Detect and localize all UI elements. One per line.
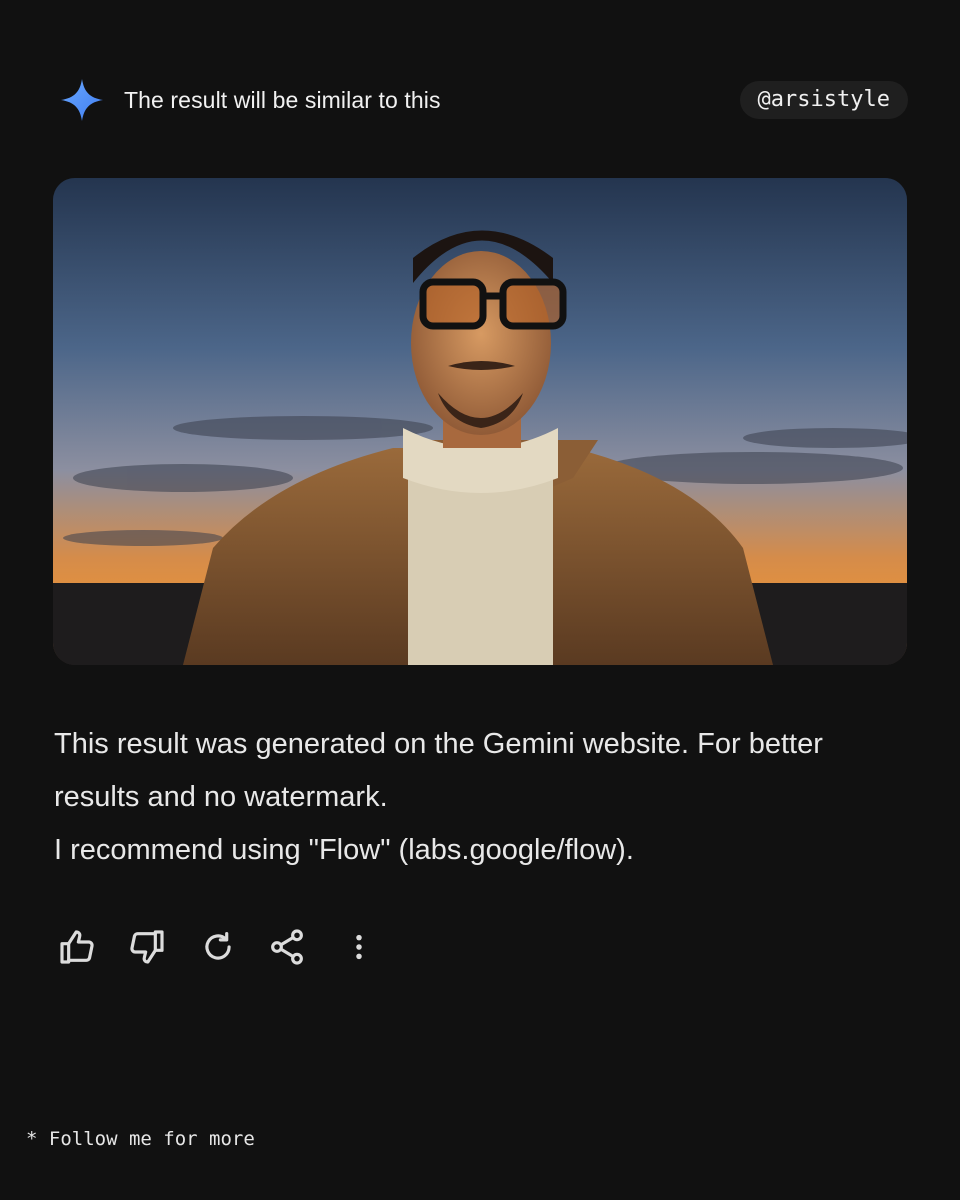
description-line-2: I recommend using "Flow" (labs.google/fl… (54, 834, 634, 866)
thumbs-down-icon (127, 927, 167, 967)
regenerate-button[interactable] (193, 922, 243, 972)
author-handle-badge[interactable]: @arsistyle (739, 81, 908, 119)
thumbs-down-button[interactable] (122, 922, 172, 972)
header: The result will be similar to this @arsi… (56, 76, 908, 124)
regenerate-icon (199, 928, 237, 966)
result-description: This result was generated on the Gemini … (54, 718, 874, 877)
description-line-1: This result was generated on the Gemini … (54, 728, 823, 813)
more-options-button[interactable] (334, 922, 384, 972)
thumbs-up-icon (57, 927, 97, 967)
more-vert-icon (344, 929, 374, 965)
gemini-sparkle-icon (60, 78, 104, 122)
share-button[interactable] (262, 922, 312, 972)
share-icon (267, 927, 307, 967)
follow-footer: * Follow me for more (26, 1128, 255, 1150)
portrait-photo (53, 178, 907, 665)
header-title: The result will be similar to this (124, 87, 441, 113)
generated-image[interactable] (53, 178, 907, 665)
thumbs-up-button[interactable] (52, 922, 102, 972)
